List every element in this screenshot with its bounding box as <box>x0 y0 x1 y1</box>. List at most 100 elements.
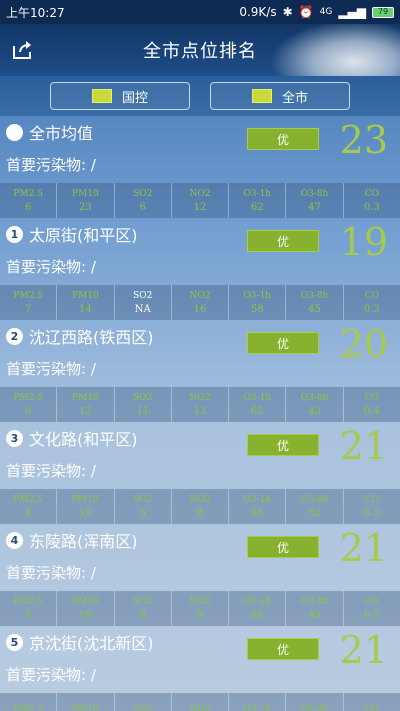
metric-label: O3-8h <box>300 494 329 505</box>
metric-cell: PM2.5 4 <box>0 489 58 524</box>
metric-label: O3-8h <box>300 705 329 711</box>
tab-city[interactable]: 全市 <box>210 82 350 110</box>
station-name-row: 1 太原街(和平区) <box>6 222 394 246</box>
title-bar: 全市点位排名 <box>0 24 400 76</box>
primary-pollutant: 首要污染物: / <box>6 664 394 685</box>
metric-cell: PM10 19 <box>57 489 115 524</box>
metric-value: 6 <box>24 405 32 417</box>
pollutant-label: 首要污染物: <box>6 156 87 174</box>
metric-label: O3-1h <box>243 596 272 607</box>
pollutant-label: 首要污染物: <box>6 666 87 684</box>
metric-cell: O3-1h 65 <box>229 591 287 626</box>
metric-label: O3-1h <box>243 392 272 403</box>
metric-label: SO2 <box>133 596 153 607</box>
pollutant-label: 首要污染物: <box>6 564 87 582</box>
metric-cell: PM2.5 6 <box>0 183 58 218</box>
tab-national[interactable]: 国控 <box>50 82 190 110</box>
station-name: 京沈街(沈北新区) <box>29 634 154 653</box>
aqi-value: 21 <box>339 526 388 570</box>
primary-pollutant: 首要污染物: / <box>6 460 394 481</box>
grade-badge: 优 <box>247 638 319 660</box>
metric-label: O3-1h <box>243 494 272 505</box>
station-name: 文化路(和平区) <box>29 430 138 449</box>
grade-badge: 优 <box>247 536 319 558</box>
building-icon <box>251 89 272 103</box>
metric-value: 0.3 <box>363 507 380 519</box>
station-name: 东陵路(浑南区) <box>29 532 138 551</box>
metric-label: CO <box>364 290 379 301</box>
metric-cell: CO 0.3 <box>344 183 400 218</box>
grade-badge: 优 <box>247 332 319 354</box>
metric-value: 58 <box>250 303 264 315</box>
cloud-decoration <box>270 24 400 76</box>
metric-value: 9 <box>196 609 204 621</box>
rank-badge <box>6 123 23 141</box>
metrics-row: PM2.5 6 PM10 23 SO2 6 NO2 12 O3-1h 62 O3… <box>0 183 400 218</box>
metric-cell: PM10 23 <box>57 183 115 218</box>
metrics-row: PM2.5 7 PM10 14 SO2 NA NO2 16 O3-1h 58 O… <box>0 285 400 320</box>
metric-cell: CO 0.3 <box>344 285 400 320</box>
metric-cell: O3-1h 62 <box>229 183 287 218</box>
list-item[interactable]: 全市均值 首要污染物: / 优 23 PM2.5 6 PM10 23 SO2 6… <box>0 116 400 218</box>
metric-label: PM2.5 <box>13 290 43 301</box>
station-name: 太原街(和平区) <box>29 226 138 245</box>
metric-cell: CO 0.5 <box>344 591 400 626</box>
metric-cell: O3-8h 52 <box>286 489 344 524</box>
metric-label: SO2 <box>133 392 153 403</box>
rank-badge: 3 <box>6 429 23 447</box>
metric-value: 0.3 <box>363 303 380 315</box>
primary-pollutant: 首要污染物: / <box>6 154 394 175</box>
metric-label: SO2 <box>133 188 153 199</box>
metric-value: 45 <box>308 303 321 315</box>
station-name-row: 全市均值 <box>6 120 394 144</box>
metric-cell: NO2 <box>172 693 230 711</box>
metric-value: 6 <box>139 201 146 213</box>
metric-label: CO <box>364 596 379 607</box>
list-item[interactable]: 4 东陵路(浑南区) 首要污染物: / 优 21 PM2.5 5 PM10 19… <box>0 524 400 626</box>
metrics-row: PM2.5 PM10 SO2 NO2 O3-1h O3-8h CO <box>0 693 400 711</box>
metric-cell: SO2 11 <box>115 387 172 422</box>
metric-label: PM10 <box>72 392 99 403</box>
metric-value: 7 <box>24 303 32 315</box>
metric-cell: PM2.5 5 <box>0 591 58 626</box>
metric-label: O3-8h <box>300 188 329 199</box>
metric-label: O3-1h <box>243 705 272 711</box>
metric-cell: O3-8h 45 <box>286 591 344 626</box>
metric-cell: O3-1h <box>229 693 287 711</box>
metric-label: O3-8h <box>300 392 329 403</box>
metric-cell: SO2 NA <box>115 285 172 320</box>
metric-value: 47 <box>308 201 321 213</box>
metric-value: 6 <box>24 201 32 213</box>
metric-label: CO <box>364 392 379 403</box>
pollutant-label: 首要污染物: <box>6 462 87 480</box>
metric-cell: SO2 <box>115 693 172 711</box>
aqi-value: 23 <box>339 118 388 162</box>
metric-label: CO <box>364 705 379 711</box>
rank-badge: 2 <box>6 327 23 345</box>
list-item[interactable]: 1 太原街(和平区) 首要污染物: / 优 19 PM2.5 7 PM10 14… <box>0 218 400 320</box>
metric-cell: PM2.5 <box>0 693 58 711</box>
metric-cell: NO2 13 <box>172 387 230 422</box>
metric-label: NO2 <box>189 188 211 199</box>
pollutant-value: / <box>90 462 96 480</box>
list-item[interactable]: 3 文化路(和平区) 首要污染物: / 优 21 PM2.5 4 PM10 19… <box>0 422 400 524</box>
map-icon <box>91 89 112 103</box>
signal-icon: ▂▄▆ <box>338 5 366 19</box>
metric-cell: O3-1h 66 <box>229 489 287 524</box>
metric-label: O3-1h <box>243 188 272 199</box>
metric-label: PM2.5 <box>13 705 43 711</box>
network-speed: 0.9K/s <box>239 5 277 19</box>
metric-cell: PM10 14 <box>57 285 115 320</box>
metric-value: 16 <box>193 303 207 315</box>
metric-value: 43 <box>308 405 321 417</box>
aqi-value: 21 <box>339 424 388 468</box>
share-icon[interactable] <box>12 40 34 60</box>
metric-label: NO2 <box>189 494 211 505</box>
station-header: 3 文化路(和平区) 首要污染物: / 优 21 <box>0 422 400 489</box>
metric-label: SO2 <box>133 494 153 505</box>
tab-label: 国控 <box>121 90 148 106</box>
list-item[interactable]: 2 沈辽西路(铁西区) 首要污染物: / 优 20 PM2.5 6 PM10 1… <box>0 320 400 422</box>
list-item[interactable]: 5 京沈街(沈北新区) 首要污染物: / 优 21 PM2.5 PM10 SO2… <box>0 626 400 711</box>
network-type: 4G <box>319 7 333 17</box>
metric-cell: O3-8h 43 <box>286 387 344 422</box>
